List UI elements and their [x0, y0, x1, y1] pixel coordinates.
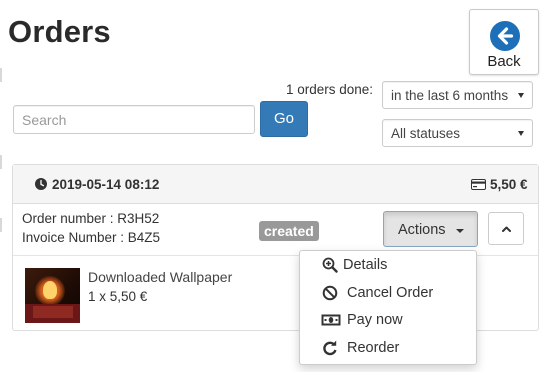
- thumbnail-rug-pattern: [33, 306, 73, 318]
- caret-down-icon: [518, 131, 524, 136]
- caret-down-icon: [518, 93, 524, 98]
- chevron-up-icon: [502, 226, 511, 232]
- actions-dropdown-menu: Details Cancel Order Pay now Reorder: [299, 250, 477, 365]
- order-number: Order number : R3H52: [22, 211, 160, 226]
- menu-item-reorder-label: Reorder: [347, 340, 400, 356]
- menu-item-pay-now-label: Pay now: [347, 312, 403, 328]
- back-button[interactable]: Back: [469, 9, 539, 75]
- order-panel-header: 2019-05-14 08:12 5,50 €: [13, 165, 538, 204]
- thumbnail-fire: [43, 281, 57, 299]
- collapse-button[interactable]: [488, 212, 524, 245]
- caret-down-icon: [456, 229, 464, 233]
- menu-item-details[interactable]: Details: [300, 253, 476, 279]
- status-select[interactable]: All statuses: [382, 119, 533, 147]
- period-select[interactable]: in the last 6 months: [382, 81, 533, 109]
- ban-icon: [322, 285, 338, 301]
- back-label: Back: [487, 53, 521, 70]
- actions-button-label: Actions: [398, 222, 446, 238]
- menu-item-reorder[interactable]: Reorder: [300, 336, 476, 362]
- actions-button[interactable]: Actions: [383, 211, 478, 247]
- credit-card-icon: [471, 179, 486, 190]
- menu-item-details-label: Details: [343, 257, 388, 273]
- search-input[interactable]: [13, 105, 255, 134]
- invoice-number: Invoice Number : B4Z5: [22, 230, 161, 245]
- status-badge: created: [259, 221, 319, 241]
- left-edge-mark: [0, 68, 2, 82]
- zoom-in-icon: [322, 257, 338, 273]
- status-select-value: All statuses: [391, 126, 461, 141]
- orders-done-count: 1 orders done:: [286, 82, 374, 97]
- item-quantity-price: 1 x 5,50 €: [88, 289, 148, 304]
- go-button[interactable]: Go: [260, 101, 308, 137]
- order-total: 5,50 €: [490, 177, 528, 192]
- redo-icon: [323, 340, 337, 356]
- menu-item-cancel-order-label: Cancel Order: [347, 285, 434, 301]
- order-date: 2019-05-14 08:12: [52, 177, 160, 192]
- arrow-left-circle-icon: [490, 21, 520, 51]
- page-title: Orders: [8, 14, 111, 49]
- left-edge-mark: [0, 155, 2, 169]
- left-edge-mark: [0, 218, 2, 232]
- menu-item-pay-now[interactable]: Pay now: [300, 308, 476, 334]
- clock-icon: [35, 178, 47, 190]
- money-icon: [321, 314, 341, 326]
- period-select-value: in the last 6 months: [391, 88, 509, 103]
- menu-item-cancel-order[interactable]: Cancel Order: [300, 281, 476, 307]
- item-thumbnail: [25, 268, 80, 323]
- item-name: Downloaded Wallpaper: [88, 269, 233, 285]
